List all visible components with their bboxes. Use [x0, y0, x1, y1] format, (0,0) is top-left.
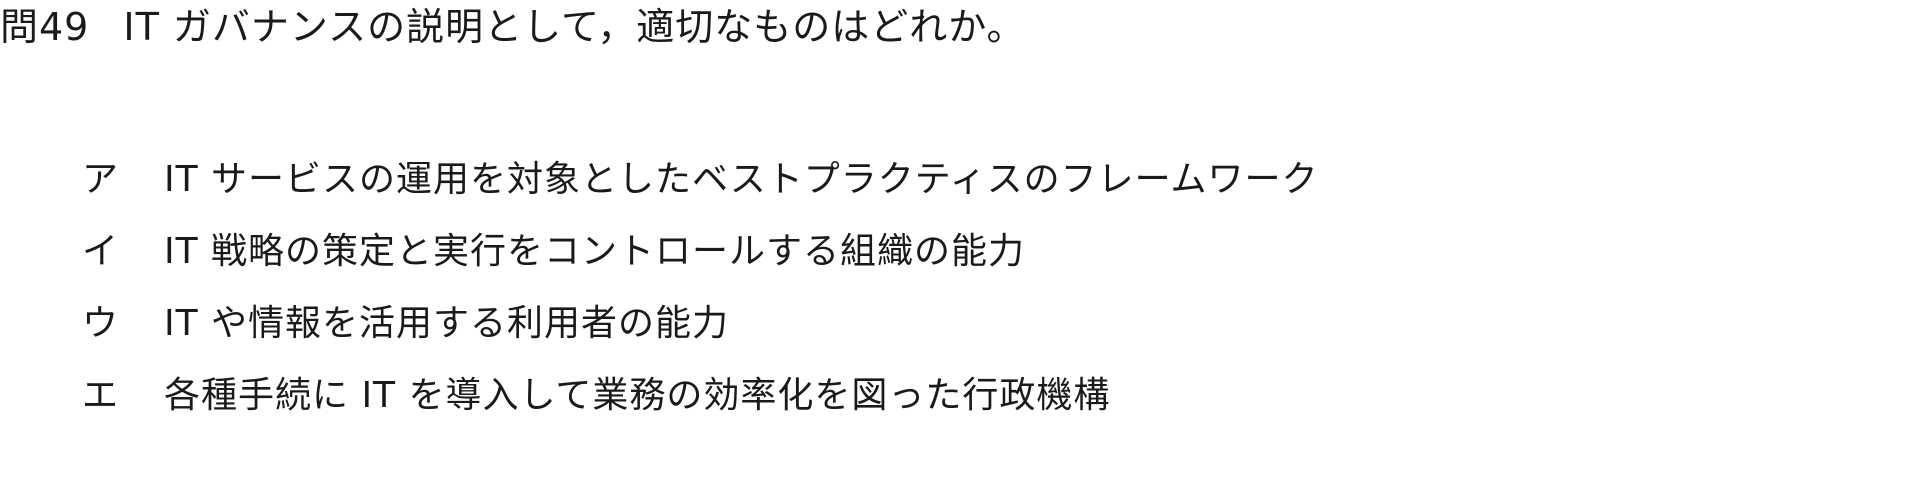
choice-text: 各種手続に IT を導入して業務の効率化を図った行政機構: [164, 375, 1111, 416]
question-heading: 問49 IT ガバナンスの説明として，適切なものはどれか。: [0, 2, 1026, 52]
exam-page: 問49 IT ガバナンスの説明として，適切なものはどれか。 ア IT サービスの運…: [0, 0, 1929, 484]
choice-text: IT や情報を活用する利用者の能力: [164, 303, 730, 344]
choice-label: ウ: [82, 303, 119, 344]
choice-label: ア: [82, 159, 119, 200]
choice-label: イ: [82, 231, 119, 272]
question-number: 問49: [0, 5, 90, 49]
question-text: IT ガバナンスの説明として，適切なものはどれか。: [123, 5, 1026, 49]
choice-text: IT 戦略の策定と実行をコントロールする組織の能力: [164, 231, 1026, 272]
choice-text: IT サービスの運用を対象としたベストプラクティスのフレームワーク: [164, 159, 1319, 200]
choice-label: エ: [82, 375, 119, 416]
